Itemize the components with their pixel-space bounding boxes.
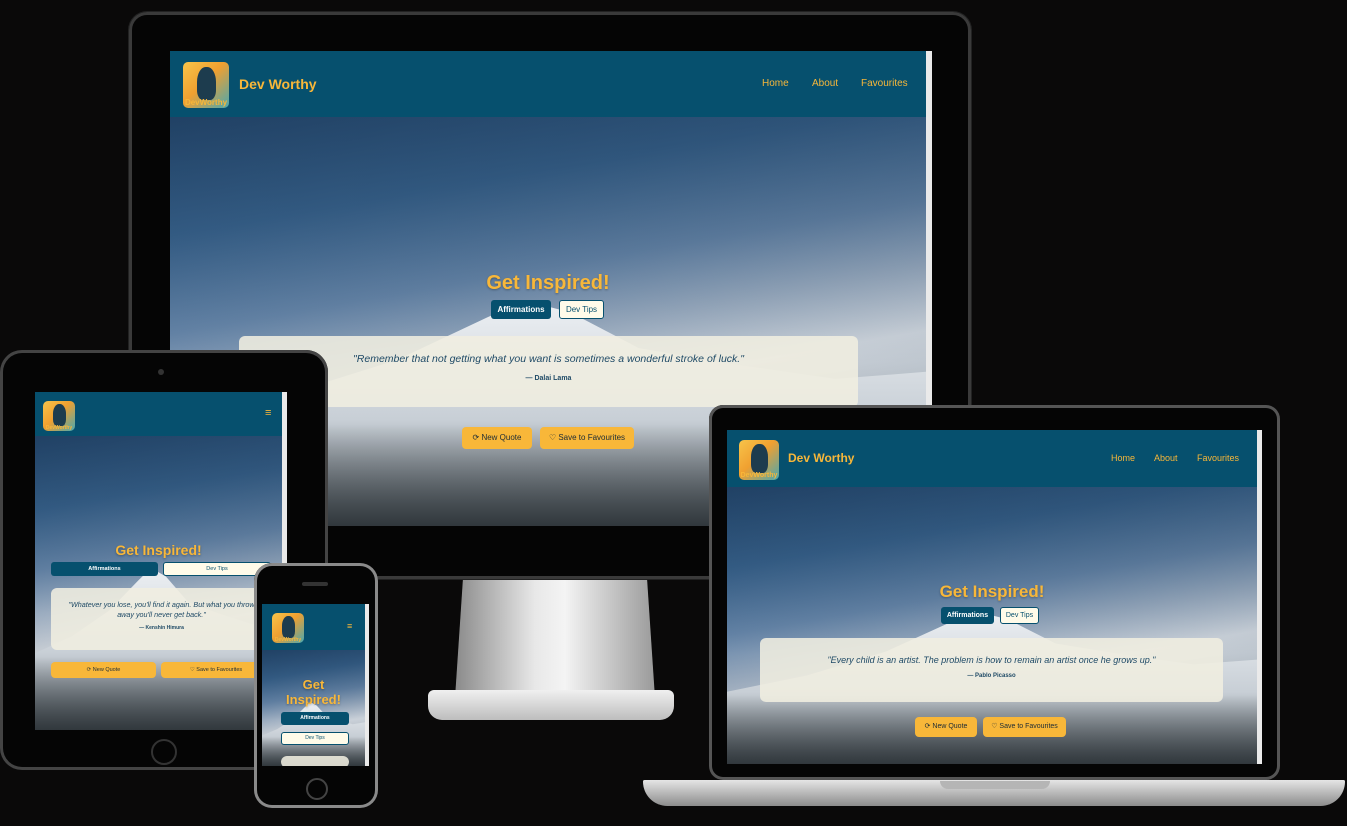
tab-dev-tips[interactable]: Dev Tips — [559, 300, 604, 319]
phone-logo[interactable]: DevWorthy — [272, 613, 304, 643]
page-title-line-2: Inspired! — [286, 692, 341, 707]
quote-author: — Dalai Lama — [525, 375, 572, 382]
save-favourites-button[interactable]: ♡ Save to Favourites — [540, 427, 634, 449]
monitor-stand-base — [428, 690, 674, 720]
nav-favourites[interactable]: Favourites — [1197, 453, 1239, 463]
laptop-scrollbar[interactable] — [1257, 430, 1262, 764]
phone-hero — [262, 650, 365, 766]
tab-dev-tips[interactable]: Dev Tips — [281, 732, 349, 745]
nav-home[interactable]: Home — [1111, 453, 1135, 463]
quote-card: "Whatever you lose, you'll find it again… — [51, 588, 272, 650]
page-title: Get Inspired! — [486, 272, 610, 294]
laptop-notch — [940, 781, 1050, 789]
monitor-stand — [455, 578, 655, 698]
new-quote-button[interactable]: ⟳ New Quote — [462, 427, 532, 449]
logo-text: DevWorthy — [45, 425, 73, 431]
nav-about[interactable]: About — [1154, 453, 1178, 463]
quote-text: "Whatever you lose, you'll find it again… — [68, 600, 255, 620]
phone-scrollbar[interactable] — [365, 604, 369, 766]
tab-affirmations[interactable]: Affirmations — [281, 712, 349, 725]
tablet-hero — [35, 436, 282, 730]
nav-about[interactable]: About — [812, 78, 838, 89]
logo-text: DevWorthy — [184, 98, 228, 107]
tablet-screen: DevWorthy ≡ Get Inspired! Affirmations D… — [35, 392, 287, 730]
save-favourites-button[interactable]: ♡ Save to Favourites — [983, 717, 1066, 737]
laptop-screen: DevWorthy Dev Worthy Home About Favourit… — [727, 430, 1262, 764]
menu-icon[interactable]: ≡ — [265, 407, 271, 419]
tablet-navbar: DevWorthy ≡ — [35, 392, 282, 436]
tablet-camera — [158, 369, 164, 375]
quote-text: "Remember that not getting what you want… — [353, 353, 744, 365]
brand-name[interactable]: Dev Worthy — [788, 451, 854, 465]
tablet-logo[interactable]: DevWorthy — [43, 401, 75, 431]
menu-icon[interactable]: ≡ — [347, 621, 352, 631]
brand-name[interactable]: Dev Worthy — [239, 76, 317, 92]
tab-dev-tips[interactable]: Dev Tips — [1000, 607, 1039, 624]
phone-speaker — [302, 582, 328, 586]
page-title: Get Inspired! — [115, 542, 202, 558]
nav-favourites[interactable]: Favourites — [861, 78, 908, 89]
desktop-navbar: DevWorthy Dev Worthy Home About Favourit… — [170, 51, 926, 117]
page-title-line-1: Get — [302, 677, 325, 692]
logo-text: DevWorthy — [274, 637, 302, 643]
tab-affirmations[interactable]: Affirmations — [941, 607, 994, 624]
quote-text: "Every child is an artist. The problem i… — [827, 655, 1156, 665]
phone-navbar: DevWorthy ≡ — [262, 604, 365, 650]
logo-text: DevWorthy — [740, 472, 778, 479]
laptop-logo[interactable]: DevWorthy — [739, 440, 779, 480]
quote-card: "Remember that not getting what you want… — [239, 336, 858, 407]
quote-author: — Kenshin Himura — [139, 624, 184, 631]
page-title: Get Inspired! — [939, 582, 1045, 601]
desktop-logo[interactable]: DevWorthy — [183, 62, 229, 108]
quote-card: "Every child is an artist. The problem i… — [760, 638, 1223, 702]
nav-home[interactable]: Home — [762, 78, 789, 89]
tab-affirmations[interactable]: Affirmations — [491, 300, 551, 319]
phone-home-button[interactable] — [306, 778, 328, 800]
tab-affirmations[interactable]: Affirmations — [51, 562, 158, 576]
new-quote-button[interactable]: ⟳ New Quote — [51, 662, 156, 678]
laptop-navbar: DevWorthy Dev Worthy Home About Favourit… — [727, 430, 1257, 487]
new-quote-button[interactable]: ⟳ New Quote — [915, 717, 977, 737]
tablet-home-button[interactable] — [151, 739, 177, 765]
quote-author: — Pablo Picasso — [967, 673, 1016, 679]
quote-card — [281, 756, 349, 766]
phone-screen: DevWorthy ≡ Get Inspired! Affirmations D… — [262, 604, 369, 766]
